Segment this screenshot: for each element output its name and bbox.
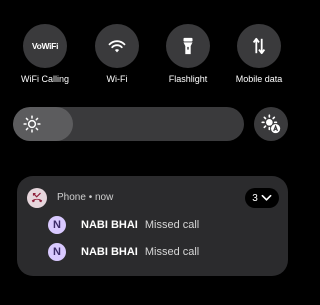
wifi-calling-label: WiFi Calling	[20, 74, 69, 84]
notification-count: 3	[252, 192, 258, 204]
brightness-level-fill[interactable]	[13, 107, 74, 141]
missed-call-icon	[31, 192, 43, 203]
flashlight-tile[interactable]	[166, 24, 210, 68]
header-separator: •	[88, 192, 93, 203]
call-status: Missed call	[144, 246, 200, 258]
flashlight-label: Flashlight	[168, 74, 208, 84]
avatar: N	[48, 243, 66, 261]
wifi-icon	[108, 40, 126, 53]
wifi-calling-tile[interactable]: VoWiFi	[23, 24, 67, 68]
auto-brightness-icon	[261, 114, 281, 134]
mobile-data-icon	[252, 37, 266, 55]
missed-call-item[interactable]: N NABI BHAI Missed call	[48, 215, 199, 235]
vowifi-icon: VoWiFi	[31, 41, 59, 51]
expand-notification-button[interactable]: 3	[245, 188, 279, 208]
missed-call-item[interactable]: N NABI BHAI Missed call	[48, 242, 199, 262]
sun-icon	[23, 115, 41, 133]
mobile-data-tile[interactable]	[237, 24, 281, 68]
notification-header: Phone • now	[57, 191, 113, 205]
auto-brightness-button[interactable]	[254, 107, 288, 141]
flashlight-icon	[183, 37, 193, 55]
mobile-data-label: Mobile data	[235, 74, 283, 84]
notification-shade: VoWiFi WiFi Calling Wi-Fi Flashlight Mob…	[0, 0, 305, 305]
wifi-label: Wi-Fi	[106, 74, 128, 84]
app-name: Phone	[57, 192, 86, 203]
call-status: Missed call	[144, 219, 200, 231]
caller-name: NABI BHAI	[81, 219, 138, 231]
notification-time: now	[95, 192, 114, 203]
wifi-tile[interactable]	[95, 24, 139, 68]
chevron-down-icon	[261, 194, 272, 201]
missed-call-notification[interactable]: Phone • now 3 N NABI BHAI Missed call N …	[17, 176, 288, 276]
brightness-slider[interactable]	[13, 107, 244, 141]
caller-name: NABI BHAI	[81, 246, 138, 258]
avatar: N	[48, 216, 66, 234]
phone-app-icon	[27, 188, 47, 208]
